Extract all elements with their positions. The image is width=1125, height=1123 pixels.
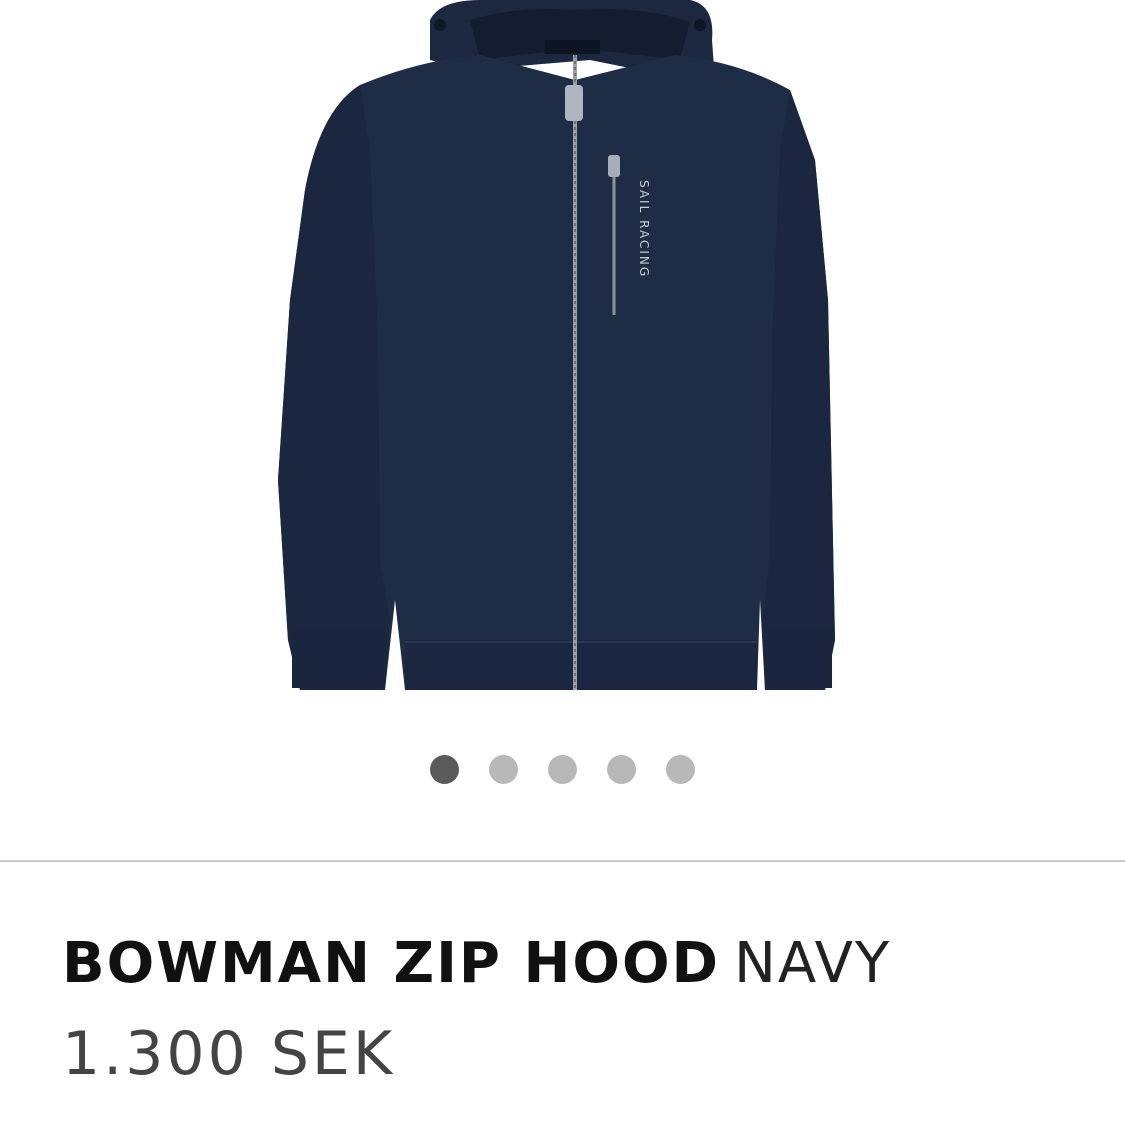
product-image[interactable]: SAIL RACING: [0, 0, 1125, 730]
carousel-dot[interactable]: [666, 755, 695, 784]
product-price: 1.300 SEK: [62, 1019, 396, 1089]
product-color: NAVY: [734, 931, 892, 996]
brand-logo: SAIL RACING: [637, 180, 651, 278]
product-name: BOWMAN ZIP HOOD: [62, 931, 721, 996]
hoodie-illustration: SAIL RACING: [278, 0, 835, 690]
carousel-dot[interactable]: [607, 755, 636, 784]
carousel-dot[interactable]: [548, 755, 577, 784]
carousel-dot[interactable]: [430, 755, 459, 784]
image-carousel-pagination: [0, 755, 1125, 785]
product-title: BOWMAN ZIP HOOD NAVY: [62, 928, 891, 1000]
divider: [0, 860, 1125, 862]
carousel-dot[interactable]: [489, 755, 518, 784]
